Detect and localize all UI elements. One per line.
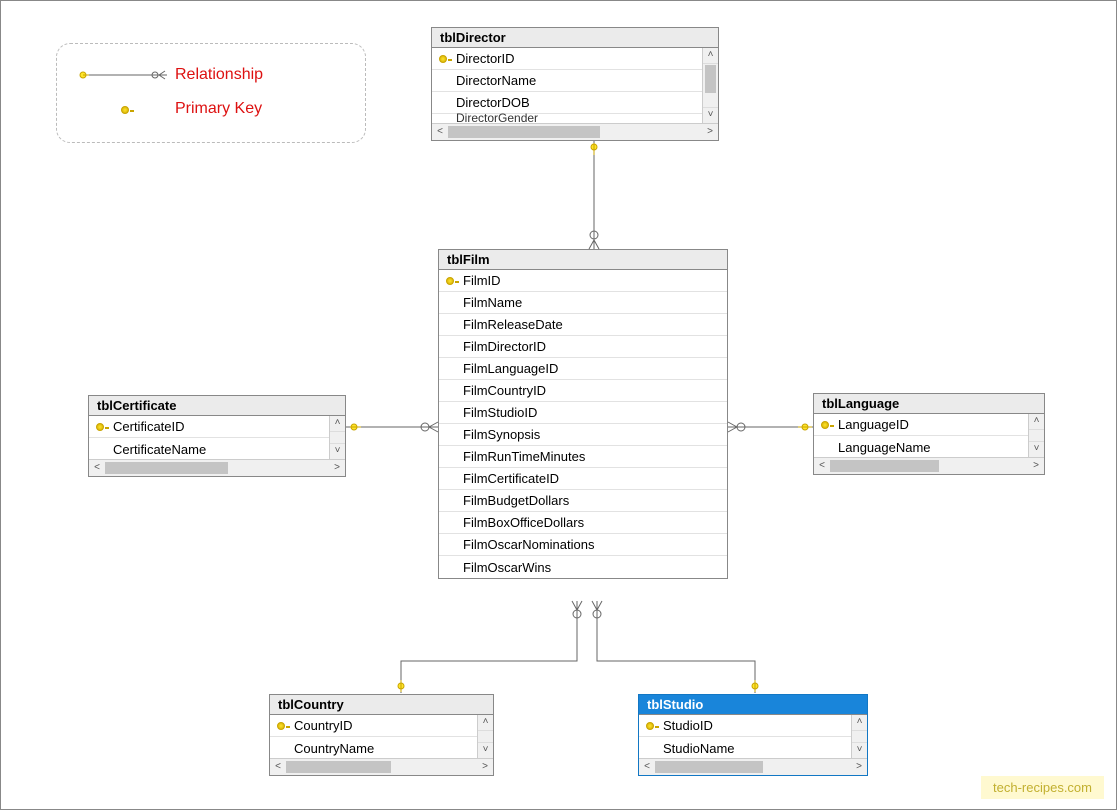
table-column[interactable]: FilmCertificateID [439, 468, 727, 490]
column-list: StudioID StudioName [639, 715, 851, 759]
pk-icon [439, 273, 461, 288]
scroll-down-icon[interactable]: ˅ [330, 443, 345, 459]
scroll-thumb[interactable] [705, 65, 716, 93]
scroll-left-icon[interactable]: ˂ [432, 124, 448, 140]
legend-primary-key-label: Primary Key [175, 100, 262, 118]
scroll-thumb[interactable] [105, 462, 228, 474]
table-column[interactable]: FilmOscarNominations [439, 534, 727, 556]
scroll-left-icon[interactable]: ˂ [639, 759, 655, 775]
table-column[interactable]: DirectorGender [432, 114, 702, 123]
scroll-down-icon[interactable]: ˅ [703, 107, 718, 123]
legend-relationship-label: Relationship [175, 66, 263, 84]
scroll-down-icon[interactable]: ˅ [478, 742, 493, 758]
horizontal-scrollbar[interactable]: ˂ ˃ [814, 457, 1044, 474]
table-column[interactable]: FilmName [439, 292, 727, 314]
scroll-thumb[interactable] [448, 126, 600, 138]
horizontal-scrollbar[interactable]: ˂ ˃ [432, 123, 718, 140]
pk-icon [639, 718, 661, 733]
table-column[interactable]: FilmID [439, 270, 727, 292]
table-column[interactable]: CertificateID [89, 416, 329, 438]
horizontal-scrollbar[interactable]: ˂ ˃ [270, 758, 493, 775]
vertical-scrollbar[interactable]: ˄ ˅ [1028, 414, 1044, 457]
vertical-scrollbar[interactable]: ˄ ˅ [702, 48, 718, 123]
table-title[interactable]: tblFilm [439, 250, 727, 270]
scroll-left-icon[interactable]: ˂ [814, 458, 830, 474]
scroll-up-icon[interactable]: ˄ [703, 48, 718, 64]
table-column[interactable]: FilmSynopsis [439, 424, 727, 446]
vertical-scrollbar[interactable]: ˄ ˅ [477, 715, 493, 758]
pk-icon [89, 419, 111, 434]
table-column[interactable]: CountryID [270, 715, 477, 737]
scroll-up-icon[interactable]: ˄ [330, 416, 345, 432]
table-column[interactable]: DirectorID [432, 48, 702, 70]
table-title[interactable]: tblStudio [639, 695, 867, 715]
scroll-left-icon[interactable]: ˂ [89, 460, 105, 476]
table-title[interactable]: tblDirector [432, 28, 718, 48]
table-tblcountry[interactable]: tblCountry CountryID CountryName ˄ ˅ ˂ ˃ [269, 694, 494, 776]
column-list: FilmID FilmName FilmReleaseDate FilmDire… [439, 270, 727, 578]
table-column[interactable]: LanguageName [814, 436, 1028, 458]
horizontal-scrollbar[interactable]: ˂ ˃ [639, 758, 867, 775]
vertical-scrollbar[interactable]: ˄ ˅ [851, 715, 867, 758]
scroll-up-icon[interactable]: ˄ [852, 715, 867, 731]
relationship-icon [75, 65, 175, 85]
table-column[interactable]: FilmStudioID [439, 402, 727, 424]
pk-icon [270, 718, 292, 733]
scroll-up-icon[interactable]: ˄ [1029, 414, 1044, 430]
table-title[interactable]: tblLanguage [814, 394, 1044, 414]
table-column[interactable]: FilmLanguageID [439, 358, 727, 380]
legend-box: Relationship Primary Key [56, 43, 366, 143]
column-list: DirectorID DirectorName DirectorDOB Dire… [432, 48, 702, 123]
scroll-right-icon[interactable]: ˃ [851, 759, 867, 775]
table-tblfilm[interactable]: tblFilm FilmID FilmName FilmReleaseDate … [438, 249, 728, 579]
table-column[interactable]: StudioID [639, 715, 851, 737]
table-column[interactable]: LanguageID [814, 414, 1028, 436]
primary-key-icon [75, 102, 175, 117]
scroll-right-icon[interactable]: ˃ [329, 460, 345, 476]
table-column[interactable]: FilmDirectorID [439, 336, 727, 358]
scroll-right-icon[interactable]: ˃ [702, 124, 718, 140]
table-tblcertificate[interactable]: tblCertificate CertificateID Certificate… [88, 395, 346, 477]
table-column[interactable]: FilmReleaseDate [439, 314, 727, 336]
scroll-up-icon[interactable]: ˄ [478, 715, 493, 731]
table-column[interactable]: CertificateName [89, 438, 329, 460]
column-list: LanguageID LanguageName [814, 414, 1028, 458]
table-column[interactable]: DirectorName [432, 70, 702, 92]
table-column[interactable]: FilmBoxOfficeDollars [439, 512, 727, 534]
table-column[interactable]: FilmRunTimeMinutes [439, 446, 727, 468]
table-tblstudio[interactable]: tblStudio StudioID StudioName ˄ ˅ ˂ ˃ [638, 694, 868, 776]
scroll-right-icon[interactable]: ˃ [477, 759, 493, 775]
scroll-thumb[interactable] [655, 761, 763, 773]
scroll-thumb[interactable] [830, 460, 939, 472]
table-tbldirector[interactable]: tblDirector DirectorID DirectorName Dire… [431, 27, 719, 141]
table-column[interactable]: FilmOscarWins [439, 556, 727, 578]
table-column[interactable]: StudioName [639, 737, 851, 759]
table-column[interactable]: FilmBudgetDollars [439, 490, 727, 512]
legend-row-primary-key: Primary Key [75, 92, 347, 126]
column-list: CountryID CountryName [270, 715, 477, 759]
vertical-scrollbar[interactable]: ˄ ˅ [329, 416, 345, 459]
table-column[interactable]: FilmCountryID [439, 380, 727, 402]
watermark-label: tech-recipes.com [981, 776, 1104, 799]
scroll-left-icon[interactable]: ˂ [270, 759, 286, 775]
scroll-down-icon[interactable]: ˅ [852, 742, 867, 758]
legend-row-relationship: Relationship [75, 58, 347, 92]
table-column[interactable]: CountryName [270, 737, 477, 759]
table-title[interactable]: tblCountry [270, 695, 493, 715]
scroll-right-icon[interactable]: ˃ [1028, 458, 1044, 474]
table-title[interactable]: tblCertificate [89, 396, 345, 416]
horizontal-scrollbar[interactable]: ˂ ˃ [89, 459, 345, 476]
table-tbllanguage[interactable]: tblLanguage LanguageID LanguageName ˄ ˅ … [813, 393, 1045, 475]
column-list: CertificateID CertificateName [89, 416, 329, 460]
scroll-down-icon[interactable]: ˅ [1029, 441, 1044, 457]
scroll-thumb[interactable] [286, 761, 391, 773]
pk-icon [814, 417, 836, 432]
pk-icon [432, 51, 454, 66]
